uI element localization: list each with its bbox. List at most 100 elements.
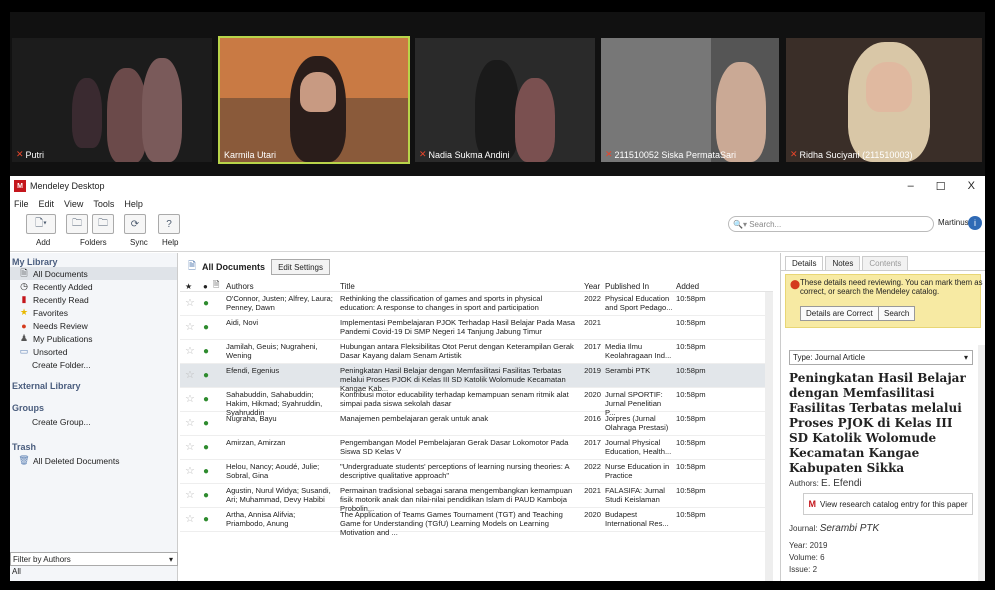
favorite-star-icon[interactable]: ☆ [185, 419, 195, 428]
favorite-star-icon[interactable]: ☆ [185, 323, 195, 332]
book-icon: ▮ [21, 294, 27, 304]
participant-name: ✕ Nadia Sukma Andini [419, 149, 510, 160]
video-tile-nadia[interactable]: ✕ Nadia Sukma Andini [415, 38, 595, 162]
read-status-column-icon[interactable]: ● [203, 282, 208, 291]
authors-field: Authors: E. Efendi [789, 478, 862, 489]
mic-muted-icon: ✕ [605, 149, 613, 159]
table-row[interactable]: ☆ ● Helou, Nancy; Aoudé, Julie; Sobral, Gi… [180, 460, 773, 484]
unread-dot-icon: ● [203, 323, 210, 332]
sync-label: Sync [130, 238, 148, 247]
favorite-star-icon[interactable]: ☆ [185, 347, 195, 356]
unread-dot-icon: ● [203, 491, 210, 500]
close-button[interactable]: X [968, 180, 975, 193]
menu-tools[interactable]: Tools [93, 199, 114, 209]
table-row[interactable]: ☆ ● Jamilah, Geuis; Nugraheni, Wening Hubun… [180, 340, 773, 364]
favorite-star-icon[interactable]: ☆ [185, 515, 195, 524]
menu-edit[interactable]: Edit [39, 199, 55, 209]
favorite-column-icon[interactable]: ★ [185, 282, 192, 291]
column-year[interactable]: Year [584, 282, 600, 291]
unread-dot-icon: ● [203, 467, 210, 476]
add-button[interactable]: 🗋▾ [26, 214, 56, 234]
chevron-down-icon: ▾ [168, 554, 173, 564]
favorite-star-icon[interactable]: ☆ [185, 467, 195, 476]
user-avatar-icon[interactable]: i [968, 216, 982, 230]
edit-settings-button[interactable]: Edit Settings [271, 259, 330, 275]
favorite-star-icon[interactable]: ☆ [185, 443, 195, 452]
sidebar-item-all-documents[interactable]: 🗎 All Documents [10, 267, 177, 280]
column-added[interactable]: Added [676, 282, 699, 291]
search-input[interactable]: 🔍▾ Search... [728, 216, 934, 232]
video-tile-siska[interactable]: ✕ 211510052 Siska PermataSari [601, 38, 779, 162]
table-row[interactable]: ☆ ● Artha, Annisa Alifvia; Priambodo, Anun… [180, 508, 773, 537]
details-scrollbar[interactable] [978, 345, 985, 581]
trash-icon: 🗑 [18, 455, 30, 465]
add-folder-button[interactable]: 🗀 [66, 214, 88, 234]
sidebar-item-recently-added[interactable]: ◷ Recently Added [10, 280, 177, 293]
filter-value: All [12, 567, 21, 576]
help-button[interactable]: ? [158, 214, 180, 234]
folder-add-icon: 🗀 [72, 217, 82, 229]
mendeley-window: M Mendeley Desktop – ☐ X File Edit View … [10, 176, 985, 581]
tab-notes[interactable]: Notes [825, 256, 861, 270]
sidebar-item-needs-review[interactable]: ● Needs Review [10, 319, 177, 332]
user-name[interactable]: Martinus [938, 218, 969, 227]
table-row[interactable]: ☆ ● Aidi, Novi Implementasi Pembelajaran PJ… [180, 316, 773, 340]
column-published-in[interactable]: Published In [605, 282, 649, 291]
table-row[interactable]: ☆ ● O'Connor, Justen; Alfrey, Laura; Penne… [180, 292, 773, 316]
tab-contents[interactable]: Contents [862, 256, 909, 270]
tab-details[interactable]: Details [785, 256, 824, 270]
mendeley-logo-icon: M [14, 180, 26, 192]
document-title[interactable]: Peningkatan Hasil Belajar dengan Memfasi… [789, 371, 975, 476]
document-list-header: 🗎 All Documents Edit Settings [180, 253, 773, 281]
sidebar-item-favorites[interactable]: ★ Favorites [10, 306, 177, 319]
star-icon: ★ [19, 307, 29, 317]
video-call-strip: ✕ Putri Karmila Utari ✕ Nadia Sukma Andini… [10, 12, 985, 176]
external-library-heading: External Library [12, 381, 81, 391]
journal-field: Journal: Serambi PTK [789, 523, 880, 534]
minimize-button[interactable]: – [908, 180, 914, 193]
column-authors[interactable]: Authors [226, 282, 254, 291]
video-tile-karmila[interactable]: Karmila Utari [218, 36, 410, 164]
menu-help[interactable]: Help [124, 199, 143, 209]
view-catalog-entry-link[interactable]: M View research catalog entry for this pa… [803, 493, 973, 515]
person-icon: ♟ [19, 333, 29, 343]
sidebar-item-my-publications[interactable]: ♟ My Publications [10, 332, 177, 345]
favorite-star-icon[interactable]: ☆ [185, 491, 195, 500]
remove-folder-button[interactable]: 🗀 [92, 214, 114, 234]
video-tile-ridha[interactable]: ✕ Ridha Suciyani (211510003) [786, 38, 982, 162]
table-row[interactable]: ☆ ● Nugraha, Bayu Manajemen pembelajaran ge… [180, 412, 773, 436]
review-notice: ⬤ These details need reviewing. You can … [785, 274, 982, 328]
table-row-selected[interactable]: ☆ ● Efendi, Egenius Peningkatan Hasil Belaj… [180, 364, 773, 393]
video-tile-putri[interactable]: ✕ Putri [12, 38, 212, 162]
details-are-correct-button[interactable]: Details are Correct [800, 306, 879, 321]
table-row[interactable]: ☆ ● Amirzan, Amirzan Pengembangan Model Pem… [180, 436, 773, 460]
menu-file[interactable]: File [14, 199, 29, 209]
sidebar-item-recently-read[interactable]: ▮ Recently Read [10, 293, 177, 306]
sidebar-item-unsorted[interactable]: ▭ Unsorted [10, 345, 177, 358]
filter-by-authors-select[interactable]: Filter by Authors ▾ [10, 552, 178, 566]
participant-face [300, 72, 336, 112]
pdf-column-icon[interactable]: 🗎 [213, 279, 219, 293]
sync-button[interactable]: ⟳ [124, 214, 146, 234]
search-catalog-button[interactable]: Search [878, 306, 916, 321]
issue-field: Issue: 2 [789, 565, 818, 574]
column-title[interactable]: Title [340, 282, 355, 291]
create-folder-link[interactable]: Create Folder... [10, 358, 177, 371]
favorite-star-icon[interactable]: ☆ [185, 395, 195, 404]
volume-field: Volume: 6 [789, 553, 825, 562]
table-row[interactable]: ☆ ● Sahabuddin, Sahabuddin; Hakim, Hikmad;… [180, 388, 773, 417]
create-group-link[interactable]: Create Group... [10, 415, 177, 428]
favorite-star-icon[interactable]: ☆ [185, 371, 195, 380]
title-bar: M Mendeley Desktop – ☐ X [10, 176, 985, 196]
document-type-select[interactable]: Type: Journal Article ▾ [789, 350, 973, 365]
groups-heading: Groups [12, 403, 45, 413]
document-list-scrollbar[interactable] [765, 292, 773, 581]
participant-video [716, 62, 766, 162]
unread-dot-icon: ● [203, 371, 210, 380]
favorite-star-icon[interactable]: ☆ [185, 299, 195, 308]
table-row[interactable]: ☆ ● Agustin, Nurul Widya; Susandi, Ari; Mu… [180, 484, 773, 513]
add-label: Add [36, 238, 51, 247]
menu-view[interactable]: View [64, 199, 83, 209]
sidebar-item-all-deleted[interactable]: 🗑 All Deleted Documents [10, 454, 177, 467]
maximize-button[interactable]: ☐ [936, 180, 946, 193]
